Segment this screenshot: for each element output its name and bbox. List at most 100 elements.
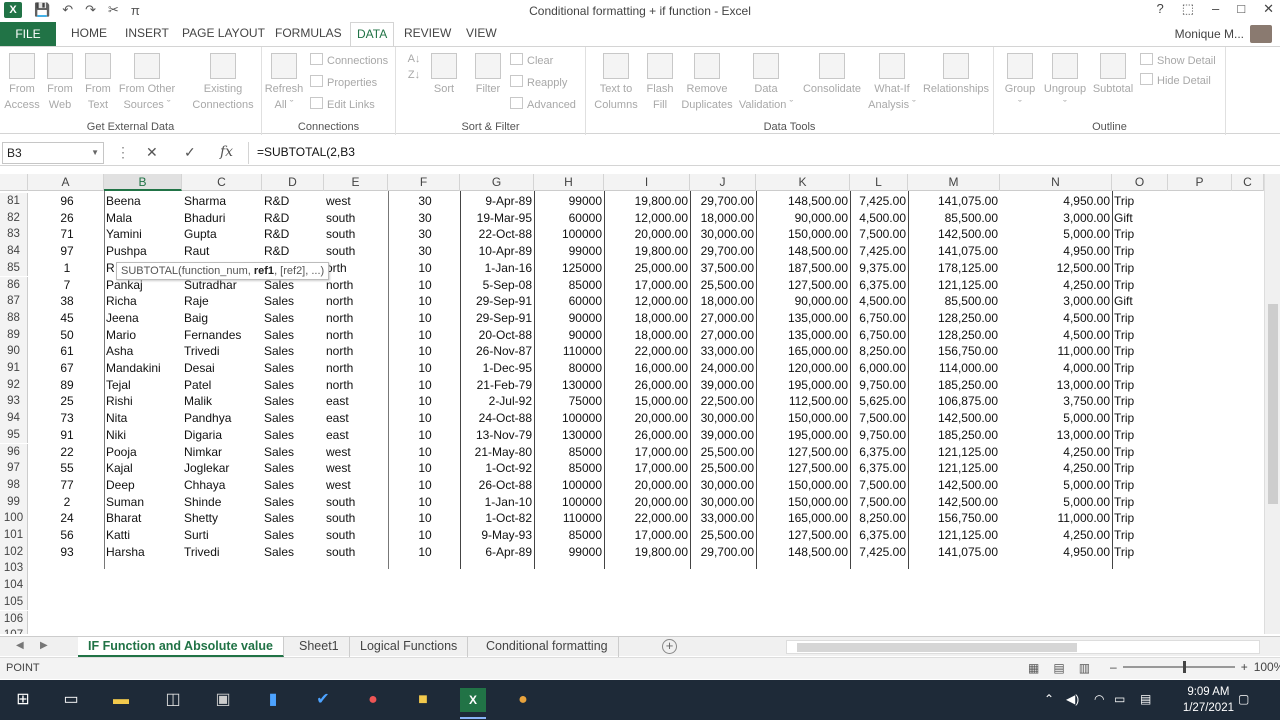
- cell-h[interactable]: 110000: [534, 343, 604, 360]
- cell-g[interactable]: 20-Oct-88: [460, 327, 534, 344]
- chrome-profile-icon[interactable]: ●: [360, 688, 386, 712]
- normal-view-icon[interactable]: ▦: [1028, 661, 1039, 675]
- wifi-icon[interactable]: ◠: [1094, 692, 1104, 706]
- cell-l[interactable]: 4,500.00: [850, 210, 908, 227]
- row-header[interactable]: 107: [0, 627, 28, 634]
- cell-o[interactable]: Trip: [1112, 377, 1168, 394]
- cell-g[interactable]: 1-Dec-95: [460, 360, 534, 377]
- cell-k[interactable]: 187,500.00: [756, 260, 850, 277]
- cell-f[interactable]: 30: [388, 193, 460, 210]
- cell-o[interactable]: Trip: [1112, 527, 1168, 544]
- cell-k[interactable]: 90,000.00: [756, 210, 850, 227]
- keyboard-icon[interactable]: ▤: [1140, 692, 1151, 706]
- cell-c[interactable]: Raje: [182, 293, 262, 310]
- text-to-columns-button[interactable]: Text to Columns: [590, 51, 642, 113]
- cell-a[interactable]: 7: [28, 277, 104, 294]
- cell-f[interactable]: 10: [388, 260, 460, 277]
- cell-l[interactable]: 6,000.00: [850, 360, 908, 377]
- cell-h[interactable]: 100000: [534, 477, 604, 494]
- cell-h[interactable]: 130000: [534, 377, 604, 394]
- connections-button[interactable]: Connections: [310, 53, 388, 67]
- cell-m[interactable]: 121,125.00: [908, 444, 1000, 461]
- cell-i[interactable]: 22,000.00: [604, 343, 690, 360]
- cell-f[interactable]: 30: [388, 210, 460, 227]
- column-header[interactable]: O: [1112, 174, 1168, 191]
- sheet-tab-logical-functions[interactable]: Logical Functions: [350, 637, 469, 657]
- cell-l[interactable]: 7,500.00: [850, 477, 908, 494]
- cell-a[interactable]: 24: [28, 510, 104, 527]
- cell-b[interactable]: Suman: [104, 494, 182, 511]
- cell-d[interactable]: Sales: [262, 377, 324, 394]
- cell-a[interactable]: 96: [28, 193, 104, 210]
- cell-d[interactable]: Sales: [262, 327, 324, 344]
- cell-l[interactable]: 7,425.00: [850, 544, 908, 561]
- sheet-tab-if-function[interactable]: IF Function and Absolute value: [78, 637, 284, 657]
- tab-data[interactable]: DATA: [350, 22, 395, 47]
- clear-button[interactable]: Clear: [510, 53, 553, 67]
- cell-n[interactable]: 4,250.00: [1000, 527, 1112, 544]
- cell-a[interactable]: 97: [28, 243, 104, 260]
- cell-l[interactable]: 9,750.00: [850, 427, 908, 444]
- column-header[interactable]: N: [1000, 174, 1112, 191]
- cell-i[interactable]: 17,000.00: [604, 277, 690, 294]
- cell-g[interactable]: 9-Apr-89: [460, 193, 534, 210]
- cell-n[interactable]: 4,500.00: [1000, 327, 1112, 344]
- cell-c[interactable]: Digaria: [182, 427, 262, 444]
- cell-l[interactable]: 7,500.00: [850, 494, 908, 511]
- cell-g[interactable]: 9-May-93: [460, 527, 534, 544]
- cell-o[interactable]: Trip: [1112, 477, 1168, 494]
- cell-c[interactable]: Chhaya: [182, 477, 262, 494]
- cell-d[interactable]: Sales: [262, 343, 324, 360]
- cell-a[interactable]: 45: [28, 310, 104, 327]
- cell-i[interactable]: 26,000.00: [604, 377, 690, 394]
- cell-a[interactable]: 73: [28, 410, 104, 427]
- cell-i[interactable]: 18,000.00: [604, 327, 690, 344]
- sheet-tab-conditional-formatting[interactable]: Conditional formatting: [476, 637, 619, 657]
- column-header[interactable]: P: [1168, 174, 1232, 191]
- cell-l[interactable]: 8,250.00: [850, 510, 908, 527]
- cell-b[interactable]: Mala: [104, 210, 182, 227]
- cell-l[interactable]: 9,375.00: [850, 260, 908, 277]
- cell-n[interactable]: 3,000.00: [1000, 293, 1112, 310]
- cell-m[interactable]: 141,075.00: [908, 243, 1000, 260]
- cell-d[interactable]: Sales: [262, 393, 324, 410]
- cell-i[interactable]: 20,000.00: [604, 226, 690, 243]
- store-icon[interactable]: ◫: [160, 688, 186, 712]
- cell-c[interactable]: Fernandes: [182, 327, 262, 344]
- cell-a[interactable]: 71: [28, 226, 104, 243]
- cell-j[interactable]: 18,000.00: [690, 293, 756, 310]
- group-button[interactable]: Group ˇ: [998, 51, 1042, 113]
- cell-j[interactable]: 24,000.00: [690, 360, 756, 377]
- cell-k[interactable]: 127,500.00: [756, 527, 850, 544]
- cell-b[interactable]: Harsha: [104, 544, 182, 561]
- cell-e[interactable]: south: [324, 494, 388, 511]
- cell-h[interactable]: 85000: [534, 277, 604, 294]
- cell-j[interactable]: 29,700.00: [690, 544, 756, 561]
- cell-a[interactable]: 50: [28, 327, 104, 344]
- cell-j[interactable]: 25,500.00: [690, 527, 756, 544]
- row-header[interactable]: 82: [0, 209, 28, 227]
- chevron-down-icon[interactable]: ▼: [91, 143, 99, 163]
- cell-e[interactable]: south: [324, 243, 388, 260]
- cell-g[interactable]: 29-Sep-91: [460, 310, 534, 327]
- cell-e[interactable]: north: [324, 277, 388, 294]
- zoom-level[interactable]: 100%: [1254, 660, 1280, 674]
- cell-d[interactable]: R&D: [262, 243, 324, 260]
- cell-a[interactable]: 2: [28, 494, 104, 511]
- cell-i[interactable]: 20,000.00: [604, 410, 690, 427]
- todo-icon[interactable]: ✔: [310, 688, 336, 712]
- cell-o[interactable]: Trip: [1112, 260, 1168, 277]
- cell-f[interactable]: 10: [388, 377, 460, 394]
- help-icon[interactable]: ?: [1156, 1, 1163, 17]
- cell-d[interactable]: Sales: [262, 360, 324, 377]
- row-header[interactable]: 88: [0, 309, 28, 327]
- cell-g[interactable]: 1-Jan-16: [460, 260, 534, 277]
- cell-l[interactable]: 6,750.00: [850, 327, 908, 344]
- from-text-button[interactable]: From Text: [76, 51, 120, 113]
- cell-g[interactable]: 10-Apr-89: [460, 243, 534, 260]
- cell-e[interactable]: north: [324, 310, 388, 327]
- cell-g[interactable]: 29-Sep-91: [460, 293, 534, 310]
- cell-k[interactable]: 195,000.00: [756, 377, 850, 394]
- notifications-icon[interactable]: ▢: [1238, 692, 1249, 706]
- cell-k[interactable]: 148,500.00: [756, 243, 850, 260]
